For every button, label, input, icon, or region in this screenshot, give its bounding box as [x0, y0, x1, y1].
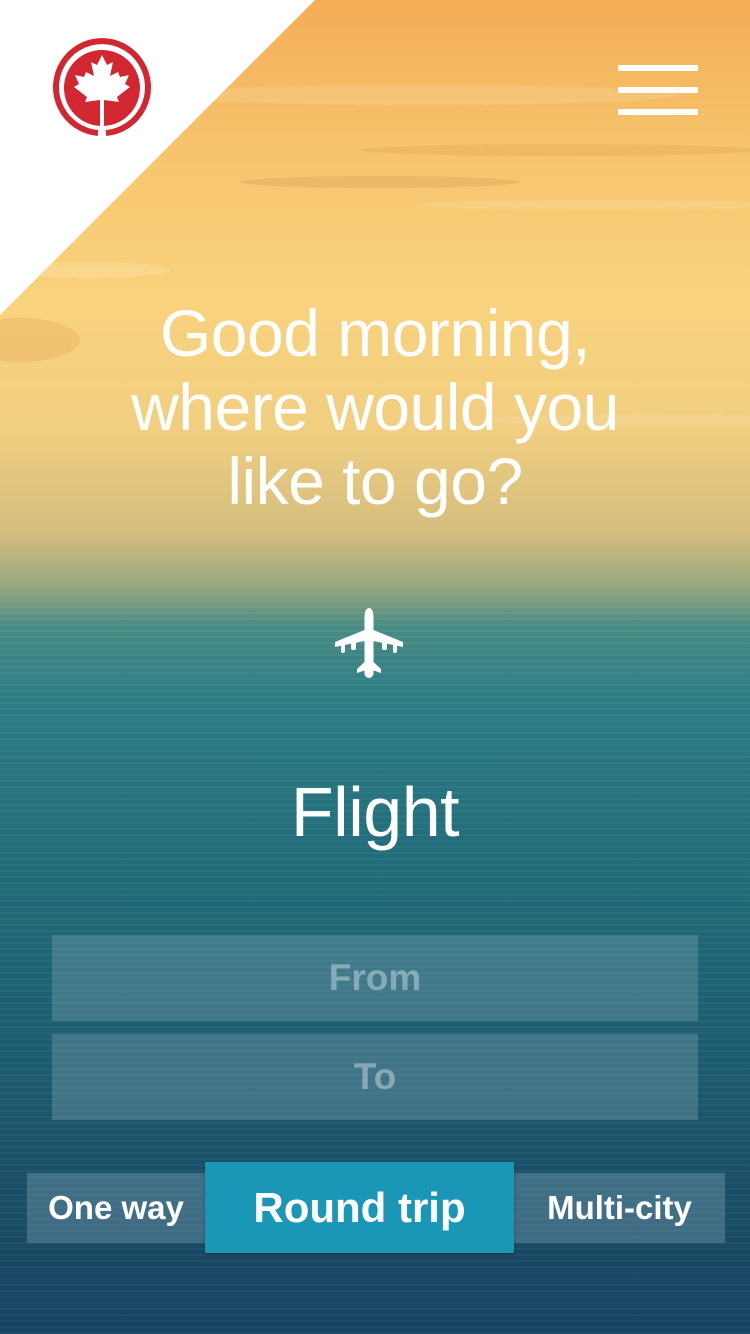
from-field[interactable] [52, 935, 698, 1021]
menu-bar-middle [618, 87, 698, 93]
hamburger-menu-icon[interactable] [618, 65, 698, 115]
airplane-icon[interactable] [333, 606, 405, 680]
home-screen: Good morning, where would you like to go… [0, 0, 750, 1334]
round-trip-label: Round trip [253, 1183, 466, 1231]
maple-leaf-roundel-icon[interactable] [50, 38, 154, 138]
round-trip-tab[interactable]: Round trip [205, 1162, 514, 1253]
menu-bar-bottom [618, 109, 698, 115]
greeting-line-2: where would you [131, 370, 619, 444]
menu-bar-top [618, 65, 698, 71]
greeting-line-1: Good morning, [159, 296, 591, 370]
to-field[interactable] [52, 1034, 698, 1120]
multi-city-label: Multi-city [547, 1189, 692, 1226]
one-way-label: One way [48, 1189, 184, 1226]
multi-city-tab[interactable]: Multi-city [514, 1173, 725, 1243]
greeting-line-3: like to go? [227, 444, 523, 518]
mode-title: Flight [290, 773, 460, 851]
greeting-heading: Good morning, where would you like to go… [0, 296, 750, 518]
one-way-tab[interactable]: One way [27, 1173, 205, 1243]
